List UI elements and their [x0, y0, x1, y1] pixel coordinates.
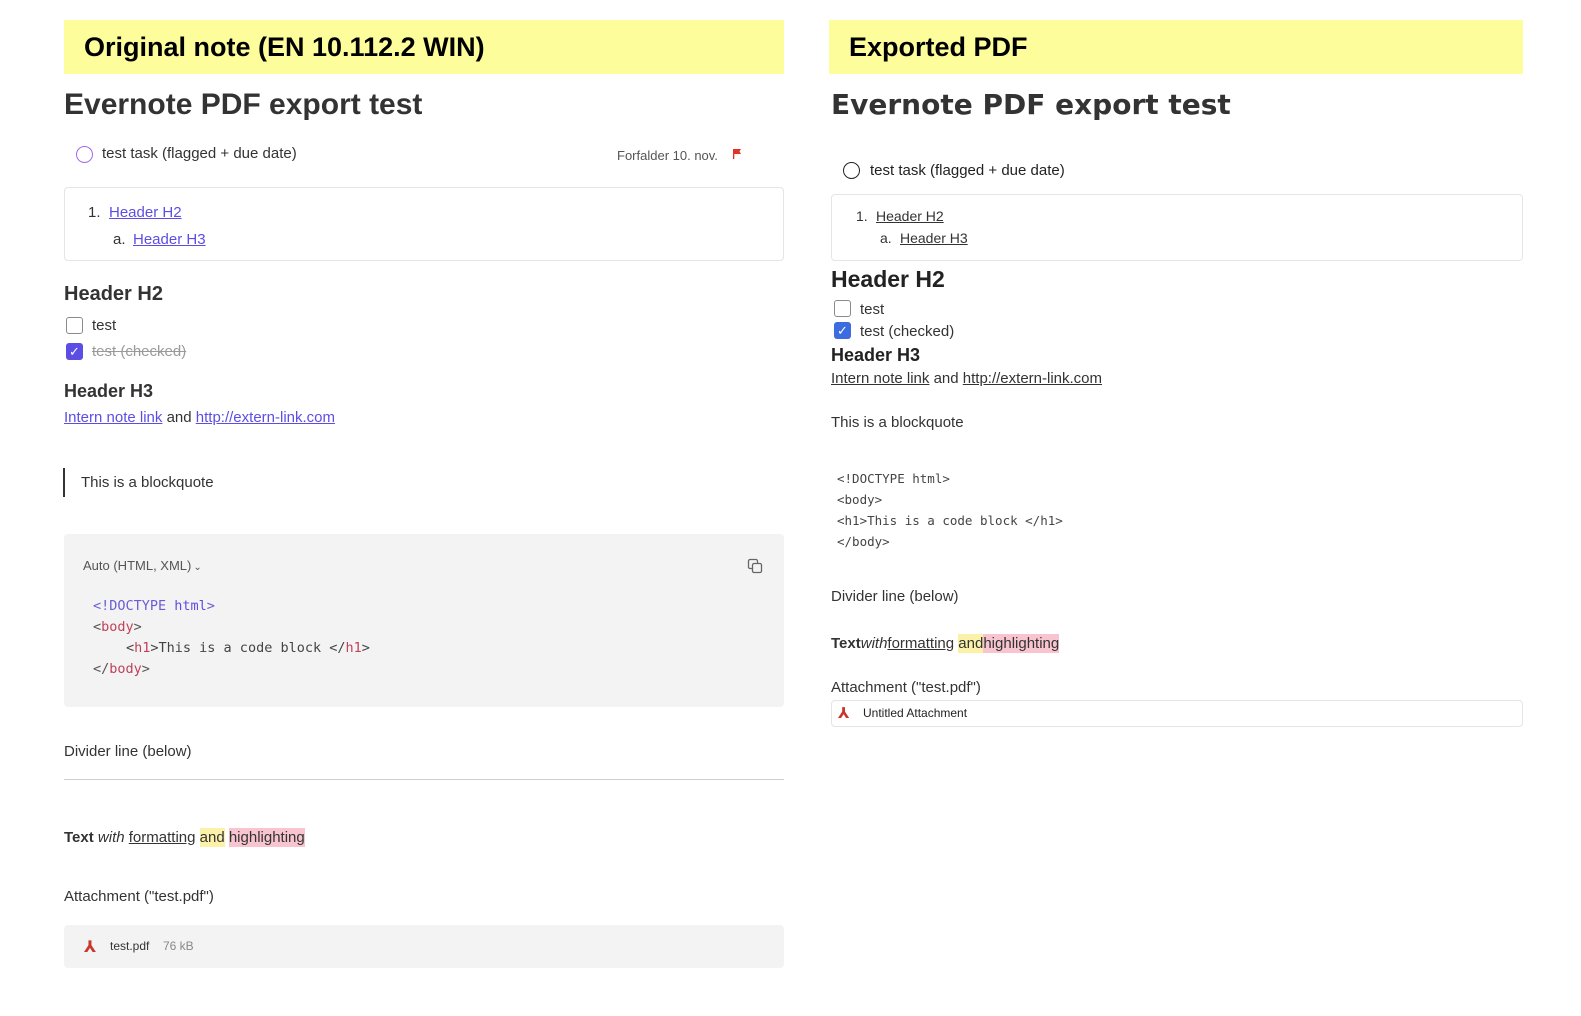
right-code-line-4: </body>	[837, 534, 890, 549]
left-toc-num-2: a.	[113, 231, 126, 248]
left-note-title[interactable]: Evernote PDF export test	[64, 88, 422, 122]
right-toc-link-h3[interactable]: Header H3	[900, 230, 968, 246]
right-toc-link-h2[interactable]: Header H2	[876, 208, 944, 224]
left-toc-num-1: 1.	[88, 204, 101, 221]
left-code-line-2: <body>	[93, 619, 142, 635]
right-external-link[interactable]: http://extern-link.com	[963, 370, 1102, 387]
right-task-checkbox	[843, 162, 860, 179]
right-checkbox-checked: ✓	[834, 322, 851, 339]
left-checkbox-test-label[interactable]: test	[92, 317, 116, 334]
left-format-yellow[interactable]: and	[199, 828, 225, 847]
left-code-language: Auto (HTML, XML)	[83, 558, 192, 573]
right-toc-num-2: a.	[880, 230, 892, 246]
right-links-line: Intern note link and http://extern-link.…	[831, 370, 1102, 387]
left-attachment-name[interactable]: test.pdf	[110, 939, 149, 953]
left-attachment-size: 76 kB	[163, 939, 194, 953]
right-checkbox-test-label: test	[860, 301, 885, 318]
right-header-h3: Header H3	[831, 345, 921, 365]
copy-icon[interactable]	[747, 558, 763, 574]
right-code-line-1: <!DOCTYPE html>	[837, 471, 950, 486]
left-format-underline[interactable]: formatting	[129, 829, 196, 846]
right-code-line-3: <h1>This is a code block </h1>	[837, 513, 1063, 528]
left-format-pink[interactable]: highlighting	[228, 828, 305, 847]
left-internal-link[interactable]: Intern note link	[64, 409, 162, 426]
left-code-line-3: <h1>This is a code block </h1>	[126, 640, 370, 656]
right-blockquote: This is a blockquote	[831, 414, 964, 431]
right-toc-num-1: 1.	[856, 208, 868, 224]
right-toc	[831, 194, 1523, 261]
left-attachment-label[interactable]: Attachment ("test.pdf")	[64, 888, 214, 905]
left-task-due[interactable]: Forfalder 10. nov.	[617, 148, 718, 163]
left-checkbox-checked-label[interactable]: test (checked)	[92, 343, 186, 360]
left-blockquote-bar	[63, 468, 65, 497]
right-formatting-line: Textwithformatting andhighlighting	[831, 633, 1060, 655]
right-task-label: test task (flagged + due date)	[870, 162, 1065, 179]
right-format-bold: Text	[831, 635, 861, 652]
left-code-language-select[interactable]: Auto (HTML, XML) ⌄	[83, 558, 202, 573]
left-code-line-1: <!DOCTYPE html>	[93, 598, 215, 614]
left-divider-line	[64, 779, 784, 780]
left-divider-label[interactable]: Divider line (below)	[64, 743, 192, 760]
right-links-and: and	[933, 370, 959, 387]
pdf-icon: ⅄	[838, 705, 850, 722]
left-external-link[interactable]: http://extern-link.com	[196, 409, 335, 426]
left-format-italic[interactable]: with	[98, 829, 125, 846]
left-task-label[interactable]: test task (flagged + due date)	[102, 145, 297, 162]
right-attachment-name[interactable]: Untitled Attachment	[863, 706, 967, 720]
left-links-line: Intern note link and http://extern-link.…	[64, 409, 335, 426]
left-checkbox-checked[interactable]: ✓	[66, 343, 83, 360]
left-links-and: and	[166, 409, 192, 426]
left-toc-link-h3[interactable]: Header H3	[133, 231, 206, 248]
right-divider-label: Divider line (below)	[831, 588, 959, 605]
right-banner: Exported PDF	[829, 20, 1523, 74]
right-format-yellow: and	[958, 634, 984, 653]
right-attachment-label: Attachment ("test.pdf")	[831, 679, 981, 696]
pdf-icon: ⅄	[84, 939, 97, 956]
left-checkbox-test[interactable]	[66, 317, 83, 334]
left-toc	[64, 187, 784, 261]
left-header-h3[interactable]: Header H3	[64, 381, 153, 402]
right-code-line-2: <body>	[837, 492, 883, 507]
chevron-down-icon: ⌄	[193, 562, 202, 573]
right-checkbox-test	[834, 300, 851, 317]
right-note-title: Evernote PDF export test	[831, 88, 1231, 121]
left-blockquote[interactable]: This is a blockquote	[81, 474, 214, 491]
right-header-h2: Header H2	[831, 266, 945, 292]
left-format-bold[interactable]: Text	[64, 829, 94, 846]
left-toc-link-h2[interactable]: Header H2	[109, 204, 182, 221]
left-header-h2[interactable]: Header H2	[64, 283, 163, 306]
left-code-line-4: </body>	[93, 661, 150, 677]
right-format-underline: formatting	[887, 635, 955, 652]
flag-icon[interactable]	[732, 148, 742, 160]
left-formatting-line: Text with formatting and highlighting	[64, 827, 305, 849]
left-banner: Original note (EN 10.112.2 WIN)	[64, 20, 784, 74]
right-checkbox-checked-label: test (checked)	[860, 323, 955, 340]
left-task-checkbox[interactable]	[76, 146, 93, 163]
right-format-italic: with	[860, 635, 888, 652]
right-internal-link[interactable]: Intern note link	[831, 370, 929, 387]
right-format-pink: highlighting	[983, 634, 1060, 653]
